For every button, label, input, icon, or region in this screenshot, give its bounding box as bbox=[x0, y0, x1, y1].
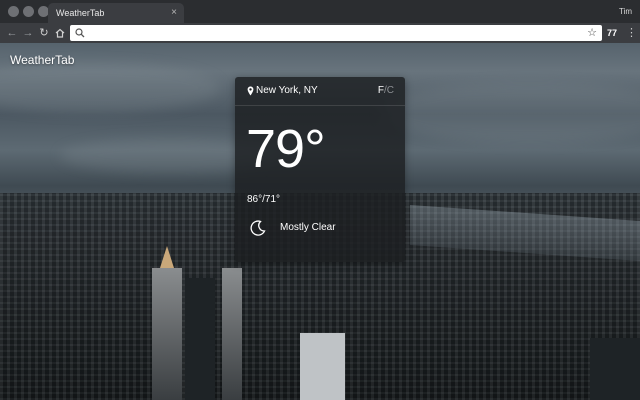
search-icon bbox=[75, 28, 85, 38]
address-bar[interactable]: ☆ bbox=[70, 25, 602, 41]
location-label[interactable]: New York, NY bbox=[256, 85, 318, 96]
skyline-building bbox=[222, 268, 242, 400]
profile-name[interactable]: Tim bbox=[619, 0, 632, 23]
home-icon[interactable] bbox=[53, 23, 67, 43]
high-low-temperature: 86°/71° bbox=[247, 194, 281, 205]
close-window-button[interactable] bbox=[8, 6, 19, 17]
weather-condition: Mostly Clear bbox=[280, 222, 336, 233]
skyline-building bbox=[590, 338, 640, 400]
forward-arrow-icon[interactable]: → bbox=[21, 23, 35, 43]
background-cloud bbox=[0, 63, 220, 113]
skyline-building bbox=[300, 333, 345, 400]
browser-tab[interactable]: WeatherTab × bbox=[48, 3, 184, 23]
brand-title: WeatherTab bbox=[10, 53, 75, 67]
tab-title: WeatherTab bbox=[56, 8, 105, 18]
moon-icon bbox=[250, 220, 266, 236]
extension-badge[interactable]: 77 bbox=[607, 23, 617, 43]
browser-toolbar: ← → ↻ ☆ 77 ⋮ bbox=[0, 23, 640, 43]
current-temperature: 79° bbox=[246, 119, 326, 179]
skyline-building bbox=[152, 268, 182, 400]
skyline-spire bbox=[160, 246, 174, 268]
reload-icon[interactable]: ↻ bbox=[37, 23, 51, 43]
tab-close-icon[interactable]: × bbox=[171, 3, 177, 23]
unit-toggle[interactable]: F/C bbox=[378, 85, 394, 96]
skyline-building bbox=[185, 278, 215, 400]
new-tab-page: WeatherTab New York, NY F/C 79° 86°/71° … bbox=[0, 43, 640, 400]
address-input[interactable] bbox=[88, 26, 568, 40]
weather-card-header: New York, NY F/C bbox=[235, 77, 405, 106]
bookmark-star-icon[interactable]: ☆ bbox=[587, 25, 597, 41]
weather-card: New York, NY F/C 79° 86°/71° Mostly Clea… bbox=[235, 77, 405, 262]
location-pin-icon bbox=[247, 86, 254, 96]
back-arrow-icon[interactable]: ← bbox=[5, 23, 19, 43]
unit-celsius[interactable]: C bbox=[387, 85, 394, 96]
browser-titlebar: WeatherTab × Tim bbox=[0, 0, 640, 23]
browser-menu-icon[interactable]: ⋮ bbox=[626, 23, 637, 43]
minimize-window-button[interactable] bbox=[23, 6, 34, 17]
background-cloud bbox=[380, 83, 640, 143]
